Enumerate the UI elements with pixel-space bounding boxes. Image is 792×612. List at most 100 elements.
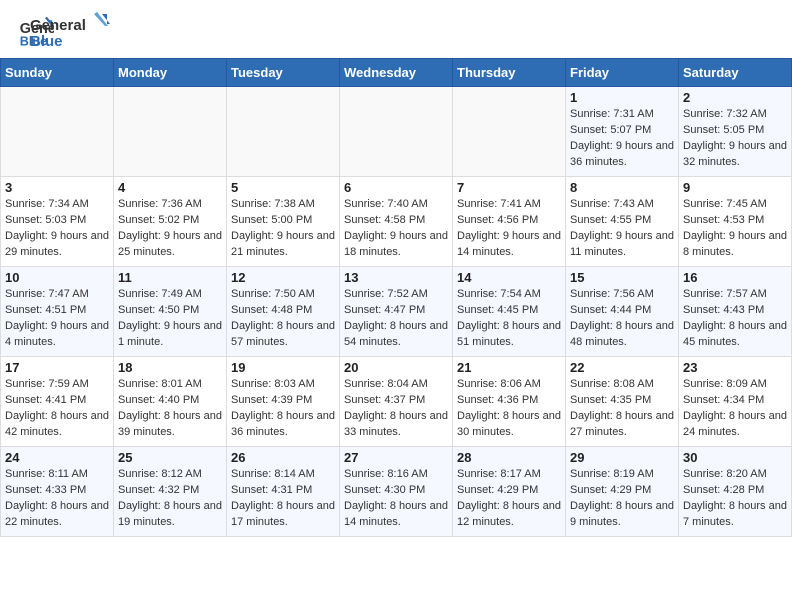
week-row-1: 1 Sunrise: 7:31 AMSunset: 5:07 PMDaylight… [1,87,792,177]
day-detail: Sunrise: 7:56 AMSunset: 4:44 PMDaylight:… [570,287,674,351]
day-number: 11 [118,270,222,285]
week-row-2: 3 Sunrise: 7:34 AMSunset: 5:03 PMDaylight… [1,177,792,267]
calendar-body: 1 Sunrise: 7:31 AMSunset: 5:07 PMDaylight… [1,87,792,537]
day-detail: Sunrise: 8:08 AMSunset: 4:35 PMDaylight:… [570,377,674,441]
calendar-cell: 22 Sunrise: 8:08 AMSunset: 4:35 PMDayligh… [566,357,679,447]
day-number: 25 [118,450,222,465]
day-number: 19 [231,360,335,375]
day-detail: Sunrise: 7:59 AMSunset: 4:41 PMDaylight:… [5,377,109,441]
calendar-cell: 25Sunrise: 8:12 AMSunset: 4:32 PMDayligh… [114,447,227,537]
day-number: 6 [344,180,448,195]
calendar-cell: 4Sunrise: 7:36 AMSunset: 5:02 PMDaylight… [114,177,227,267]
weekday-wednesday: Wednesday [340,59,453,87]
calendar-cell: 21 Sunrise: 8:06 AMSunset: 4:36 PMDayligh… [453,357,566,447]
day-number: 3 [5,180,109,195]
day-number: 21 [457,360,561,375]
day-detail: Sunrise: 7:40 AMSunset: 4:58 PMDaylight:… [344,197,448,261]
calendar-cell: 10 Sunrise: 7:47 AMSunset: 4:51 PMDayligh… [1,267,114,357]
day-detail: Sunrise: 7:43 AMSunset: 4:55 PMDaylight:… [570,197,674,261]
day-detail: Sunrise: 8:01 AMSunset: 4:40 PMDaylight:… [118,377,222,441]
day-detail: Sunrise: 7:32 AMSunset: 5:05 PMDaylight:… [683,107,787,171]
day-number: 2 [683,90,787,105]
calendar-cell: 28Sunrise: 8:17 AMSunset: 4:29 PMDayligh… [453,447,566,537]
weekday-tuesday: Tuesday [227,59,340,87]
day-number: 7 [457,180,561,195]
calendar-table: SundayMondayTuesdayWednesdayThursdayFrid… [0,58,792,537]
calendar-cell: 12 Sunrise: 7:50 AMSunset: 4:48 PMDayligh… [227,267,340,357]
calendar-cell: 16 Sunrise: 7:57 AMSunset: 4:43 PMDayligh… [679,267,792,357]
day-detail: Sunrise: 7:49 AMSunset: 4:50 PMDaylight:… [118,287,222,351]
day-number: 20 [344,360,448,375]
calendar-cell: 14 Sunrise: 7:54 AMSunset: 4:45 PMDayligh… [453,267,566,357]
day-number: 26 [231,450,335,465]
day-number: 30 [683,450,787,465]
day-number: 13 [344,270,448,285]
calendar-cell: 15 Sunrise: 7:56 AMSunset: 4:44 PMDayligh… [566,267,679,357]
day-number: 10 [5,270,109,285]
day-detail: Sunrise: 7:52 AMSunset: 4:47 PMDaylight:… [344,287,448,351]
calendar-cell: 7 Sunrise: 7:41 AMSunset: 4:56 PMDaylight… [453,177,566,267]
day-detail: Sunrise: 8:09 AMSunset: 4:34 PMDaylight:… [683,377,787,441]
day-number: 15 [570,270,674,285]
calendar-cell [1,87,114,177]
calendar-cell: 27Sunrise: 8:16 AMSunset: 4:30 PMDayligh… [340,447,453,537]
day-detail: Sunrise: 8:19 AMSunset: 4:29 PMDaylight:… [570,467,674,531]
day-number: 8 [570,180,674,195]
day-number: 1 [570,90,674,105]
day-number: 18 [118,360,222,375]
day-detail: Sunrise: 8:06 AMSunset: 4:36 PMDaylight:… [457,377,561,441]
calendar-cell: 6 Sunrise: 7:40 AMSunset: 4:58 PMDaylight… [340,177,453,267]
day-detail: Sunrise: 8:14 AMSunset: 4:31 PMDaylight:… [231,467,335,531]
day-number: 22 [570,360,674,375]
calendar-cell [227,87,340,177]
calendar-cell: 18 Sunrise: 8:01 AMSunset: 4:40 PMDayligh… [114,357,227,447]
calendar-cell: 17Sunrise: 7:59 AMSunset: 4:41 PMDayligh… [1,357,114,447]
calendar-cell: 30 Sunrise: 8:20 AMSunset: 4:28 PMDayligh… [679,447,792,537]
day-number: 12 [231,270,335,285]
day-detail: Sunrise: 7:57 AMSunset: 4:43 PMDaylight:… [683,287,787,351]
weekday-thursday: Thursday [453,59,566,87]
calendar-cell [114,87,227,177]
calendar-cell: 29 Sunrise: 8:19 AMSunset: 4:29 PMDayligh… [566,447,679,537]
weekday-friday: Friday [566,59,679,87]
day-detail: Sunrise: 8:11 AMSunset: 4:33 PMDaylight:… [5,467,109,531]
week-row-4: 17Sunrise: 7:59 AMSunset: 4:41 PMDayligh… [1,357,792,447]
page-header: General Blue General Blue [0,0,792,54]
day-number: 14 [457,270,561,285]
day-number: 9 [683,180,787,195]
weekday-saturday: Saturday [679,59,792,87]
day-number: 29 [570,450,674,465]
calendar-cell: 9Sunrise: 7:45 AMSunset: 4:53 PMDaylight… [679,177,792,267]
day-number: 5 [231,180,335,195]
day-detail: Sunrise: 7:34 AMSunset: 5:03 PMDaylight:… [5,197,109,261]
svg-text:General: General [30,17,86,34]
calendar-cell: 26 Sunrise: 8:14 AMSunset: 4:31 PMDayligh… [227,447,340,537]
calendar-cell: 24 Sunrise: 8:11 AMSunset: 4:33 PMDayligh… [1,447,114,537]
day-detail: Sunrise: 7:47 AMSunset: 4:51 PMDaylight:… [5,287,109,351]
logo: General Blue General Blue [18,12,110,50]
calendar-cell: 23Sunrise: 8:09 AMSunset: 4:34 PMDayligh… [679,357,792,447]
day-detail: Sunrise: 7:31 AMSunset: 5:07 PMDaylight:… [570,107,674,171]
day-detail: Sunrise: 7:38 AMSunset: 5:00 PMDaylight:… [231,197,335,261]
day-detail: Sunrise: 7:41 AMSunset: 4:56 PMDaylight:… [457,197,561,261]
logo-svg: General Blue [30,12,110,50]
weekday-header-row: SundayMondayTuesdayWednesdayThursdayFrid… [1,59,792,87]
svg-text:Blue: Blue [30,33,63,50]
day-number: 4 [118,180,222,195]
weekday-monday: Monday [114,59,227,87]
day-detail: Sunrise: 8:20 AMSunset: 4:28 PMDaylight:… [683,467,787,531]
calendar-cell: 2 Sunrise: 7:32 AMSunset: 5:05 PMDaylight… [679,87,792,177]
calendar-cell: 5 Sunrise: 7:38 AMSunset: 5:00 PMDaylight… [227,177,340,267]
day-number: 16 [683,270,787,285]
day-detail: Sunrise: 7:54 AMSunset: 4:45 PMDaylight:… [457,287,561,351]
day-detail: Sunrise: 8:04 AMSunset: 4:37 PMDaylight:… [344,377,448,441]
weekday-sunday: Sunday [1,59,114,87]
calendar-cell: 1 Sunrise: 7:31 AMSunset: 5:07 PMDaylight… [566,87,679,177]
calendar-cell: 13 Sunrise: 7:52 AMSunset: 4:47 PMDayligh… [340,267,453,357]
calendar-cell [340,87,453,177]
calendar-cell: 3 Sunrise: 7:34 AMSunset: 5:03 PMDaylight… [1,177,114,267]
calendar-cell: 19Sunrise: 8:03 AMSunset: 4:39 PMDayligh… [227,357,340,447]
day-detail: Sunrise: 7:50 AMSunset: 4:48 PMDaylight:… [231,287,335,351]
day-number: 24 [5,450,109,465]
day-number: 27 [344,450,448,465]
